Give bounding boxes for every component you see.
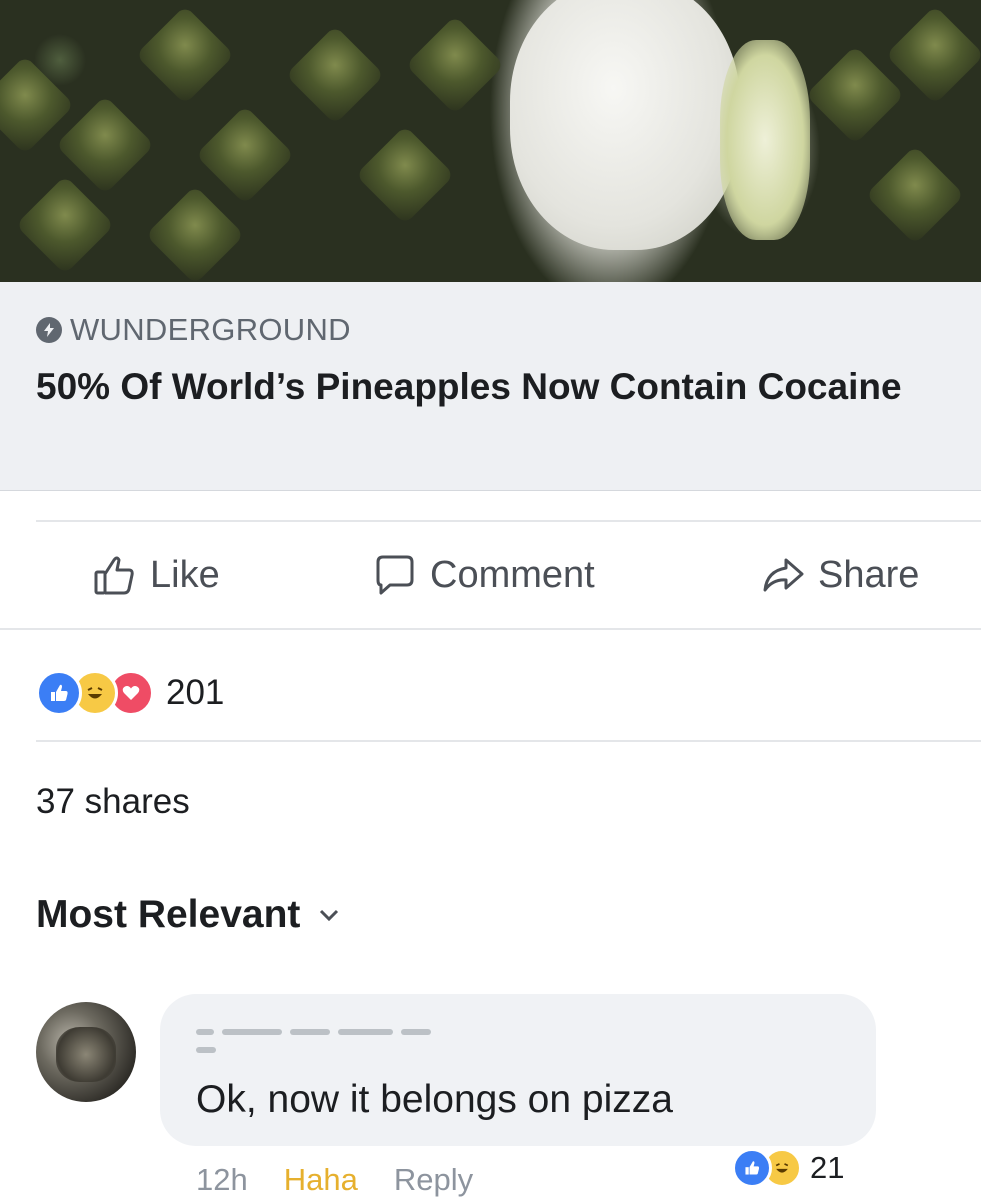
comment-reaction-summary[interactable]: 21 <box>732 1148 844 1188</box>
link-preview[interactable]: WUNDERGROUND 50% Of World’s Pineapples N… <box>0 282 981 491</box>
reaction-count: 201 <box>166 673 225 712</box>
share-icon <box>763 558 804 592</box>
comment-sort-dropdown[interactable]: Most Relevant <box>36 893 340 937</box>
link-source: WUNDERGROUND <box>36 312 351 348</box>
pineapple-scale <box>55 95 155 195</box>
comment-label: Comment <box>430 553 595 596</box>
link-preview-image[interactable] <box>0 0 981 282</box>
divider <box>36 740 981 742</box>
pineapple-scale <box>15 175 115 275</box>
post-action-bar: Like Comment Share <box>0 540 981 610</box>
pineapple-flesh <box>720 40 810 240</box>
comment-text: Ok, now it belongs on pizza <box>196 1078 673 1121</box>
pineapple-scale <box>285 25 385 125</box>
comment-meta: 12h Haha Reply <box>196 1162 509 1198</box>
pineapple-scale <box>405 15 505 115</box>
share-count[interactable]: 37 shares <box>36 782 190 822</box>
comment-icon <box>376 555 414 595</box>
reaction-summary[interactable]: 201 <box>36 668 224 718</box>
share-button[interactable]: Share <box>760 540 919 610</box>
comment-time[interactable]: 12h <box>196 1162 248 1198</box>
pineapple-scale <box>135 5 235 105</box>
comment-button[interactable]: Comment <box>372 540 595 610</box>
reply-button[interactable]: Reply <box>394 1162 473 1198</box>
link-headline[interactable]: 50% Of World’s Pineapples Now Contain Co… <box>36 364 936 410</box>
pineapple-cut-core <box>510 0 740 250</box>
pineapple-scale <box>145 185 245 282</box>
avatar[interactable] <box>36 1002 136 1102</box>
pineapple-scale <box>805 45 905 145</box>
commenter-name-redacted[interactable] <box>196 1022 466 1053</box>
pineapple-scale <box>865 145 965 245</box>
divider <box>36 520 981 522</box>
divider <box>0 628 981 630</box>
link-source-label: WUNDERGROUND <box>70 312 351 347</box>
pineapple-scale <box>355 125 455 225</box>
comment-sort-label: Most Relevant <box>36 893 301 936</box>
bolt-icon <box>36 317 62 343</box>
like-icon <box>732 1148 772 1188</box>
comment-reaction-count: 21 <box>810 1150 845 1185</box>
comment-bubble: Ok, now it belongs on pizza <box>160 994 876 1146</box>
pineapple-scale <box>195 105 295 205</box>
haha-reaction-button[interactable]: Haha <box>284 1162 358 1198</box>
like-button[interactable]: Like <box>92 540 220 610</box>
chevron-down-icon <box>320 909 339 922</box>
like-icon <box>36 670 82 716</box>
share-label: Share <box>818 553 920 596</box>
pineapple-scale <box>885 5 981 105</box>
like-label: Like <box>150 553 220 596</box>
thumbs-up-icon <box>94 556 134 595</box>
